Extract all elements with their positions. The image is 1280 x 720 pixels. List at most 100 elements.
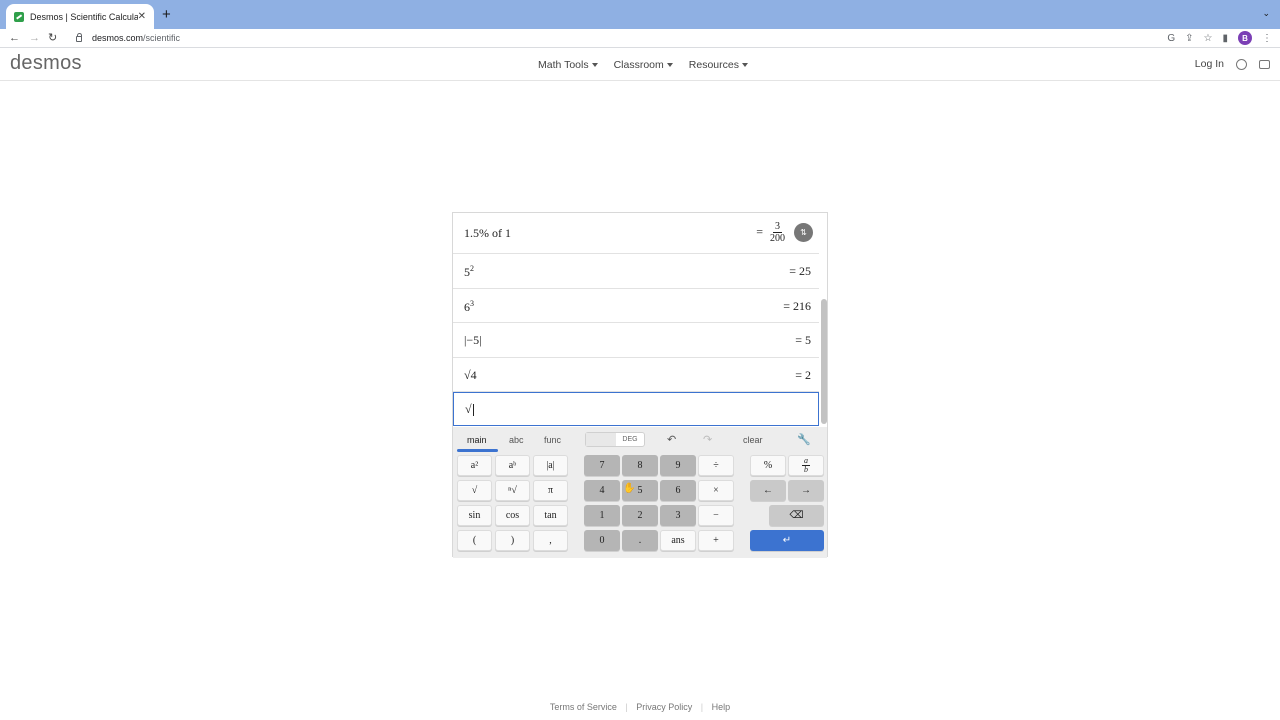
key-8[interactable]: 8 — [622, 455, 658, 476]
key-close-paren[interactable]: ) — [495, 530, 530, 551]
address-bar-row: ← → ↻ desmos.com/scientific G ⇪ ☆ ▮ B ⋮ — [0, 29, 1280, 48]
url-path: /scientific — [143, 33, 181, 43]
key-right-arrow[interactable]: → — [788, 480, 824, 501]
nav-math-tools[interactable]: Math Tools — [538, 59, 598, 71]
bookmark-star-icon[interactable]: ☆ — [1204, 33, 1213, 44]
google-icon[interactable]: G — [1167, 33, 1175, 44]
expression-result: = 25 — [789, 264, 811, 278]
expression-row[interactable]: 1.5% of 1 = 3 200 ⇅ — [453, 213, 819, 254]
lock-icon — [76, 33, 82, 42]
profile-avatar[interactable]: B — [1238, 31, 1252, 45]
key-divide[interactable]: ÷ — [698, 455, 734, 476]
expression-input[interactable]: 52 — [464, 264, 474, 280]
top-nav: Math Tools Classroom Resources — [538, 59, 748, 71]
login-link[interactable]: Log In — [1195, 58, 1224, 70]
back-button[interactable]: ← — [9, 31, 20, 45]
reload-button[interactable]: ↻ — [48, 31, 57, 45]
key-sqrt[interactable]: √ — [457, 480, 492, 501]
url-input[interactable]: desmos.com/scientific — [70, 30, 1150, 46]
key-ans[interactable]: ans — [660, 530, 696, 551]
expression-row[interactable]: 63 = 216 — [453, 289, 819, 323]
caret-down-icon — [591, 63, 598, 68]
expression-input[interactable]: 63 — [464, 299, 474, 315]
backspace-icon: ⌫ — [789, 510, 804, 521]
key-9[interactable]: 9 — [660, 455, 696, 476]
tab-abc[interactable]: abc — [509, 435, 524, 445]
share-icon[interactable]: ⇪ — [1185, 33, 1193, 44]
fraction-decimal-toggle-button[interactable]: ⇅ — [794, 223, 813, 242]
expression-input[interactable]: √4 — [464, 368, 477, 383]
key-6[interactable]: 6 — [660, 480, 696, 501]
footer: Terms of Service | Privacy Policy | Help — [549, 702, 731, 712]
scientific-calculator: 1.5% of 1 = 3 200 ⇅ 52 = 25 63 = 216 |−5… — [452, 212, 828, 558]
keypad: main abc func DEG ↶ ↷ clear 🔧 a² aᵇ |a| … — [453, 427, 827, 558]
key-fraction[interactable]: a b — [788, 455, 824, 476]
clear-button[interactable]: clear — [743, 435, 763, 445]
expression-result: = 216 — [783, 299, 811, 313]
tab-search-icon[interactable]: ⌄ — [1262, 8, 1270, 19]
key-0[interactable]: 0 — [584, 530, 620, 551]
key-left-arrow[interactable]: ← — [750, 480, 786, 501]
active-tab-indicator — [457, 449, 498, 452]
active-expression-row[interactable]: √ — [453, 392, 819, 426]
expression-row[interactable]: |−5| = 5 — [453, 323, 819, 358]
nav-resources[interactable]: Resources — [689, 59, 748, 71]
browser-tab[interactable]: Desmos | Scientific Calculator ✕ — [6, 4, 154, 29]
side-panel-icon[interactable]: ▮ — [1222, 33, 1228, 44]
expression-input[interactable]: |−5| — [464, 333, 482, 348]
text-cursor — [472, 404, 474, 417]
angle-mode-toggle[interactable]: DEG — [585, 432, 645, 447]
desmos-favicon-icon — [14, 11, 24, 22]
expression-input[interactable]: 1.5% of 1 — [464, 226, 511, 241]
terms-link[interactable]: Terms of Service — [550, 702, 617, 712]
help-link[interactable]: Help — [712, 702, 731, 712]
caret-down-icon — [666, 63, 673, 68]
key-decimal[interactable]: . — [622, 530, 658, 551]
undo-icon[interactable]: ↶ — [667, 433, 676, 446]
key-4[interactable]: 4 — [584, 480, 620, 501]
result-fraction: 3 200 — [770, 221, 785, 244]
key-tan[interactable]: tan — [533, 505, 568, 526]
expression-row[interactable]: 52 = 25 — [453, 254, 819, 289]
tab-close-icon[interactable]: ✕ — [138, 11, 146, 22]
privacy-link[interactable]: Privacy Policy — [636, 702, 692, 712]
globe-icon[interactable] — [1236, 58, 1247, 70]
redo-icon[interactable]: ↷ — [703, 433, 712, 446]
nav-classroom[interactable]: Classroom — [614, 59, 673, 71]
key-sin[interactable]: sin — [457, 505, 492, 526]
new-tab-button[interactable]: + — [162, 6, 171, 24]
key-comma[interactable]: , — [533, 530, 568, 551]
key-multiply[interactable]: × — [698, 480, 734, 501]
key-open-paren[interactable]: ( — [457, 530, 492, 551]
backspace-key[interactable]: ⌫ — [769, 505, 824, 526]
wrench-settings-icon[interactable]: 🔧 — [797, 433, 811, 446]
expression-list: 1.5% of 1 = 3 200 ⇅ 52 = 25 63 = 216 |−5… — [453, 213, 819, 426]
tab-main[interactable]: main — [467, 435, 487, 445]
forward-button[interactable]: → — [29, 31, 40, 45]
expression-input[interactable]: √ — [465, 402, 474, 417]
key-minus[interactable]: − — [698, 505, 734, 526]
key-percent[interactable]: % — [750, 455, 786, 476]
expression-scrollbar[interactable] — [821, 299, 827, 424]
print-icon[interactable] — [1259, 59, 1270, 69]
key-cos[interactable]: cos — [495, 505, 530, 526]
kebab-menu-icon[interactable]: ⋮ — [1262, 33, 1272, 44]
key-power[interactable]: aᵇ — [495, 455, 530, 476]
key-7[interactable]: 7 — [584, 455, 620, 476]
key-abs[interactable]: |a| — [533, 455, 568, 476]
key-pi[interactable]: π — [533, 480, 568, 501]
key-1[interactable]: 1 — [584, 505, 620, 526]
key-2[interactable]: 2 — [622, 505, 658, 526]
caret-down-icon — [741, 63, 748, 68]
expression-row[interactable]: √4 = 2 — [453, 358, 819, 392]
desmos-logo[interactable]: desmos — [10, 52, 82, 75]
key-plus[interactable]: + — [698, 530, 734, 551]
enter-key[interactable]: ↵ — [750, 530, 824, 551]
expression-result: = 3 200 — [756, 221, 785, 244]
key-square[interactable]: a² — [457, 455, 492, 476]
keypad-toolbar: main abc func DEG ↶ ↷ clear 🔧 — [453, 427, 827, 453]
key-nth-root[interactable]: ⁿ√ — [495, 480, 530, 501]
url-domain: desmos.com — [92, 33, 144, 43]
key-3[interactable]: 3 — [660, 505, 696, 526]
tab-func[interactable]: func — [544, 435, 561, 445]
